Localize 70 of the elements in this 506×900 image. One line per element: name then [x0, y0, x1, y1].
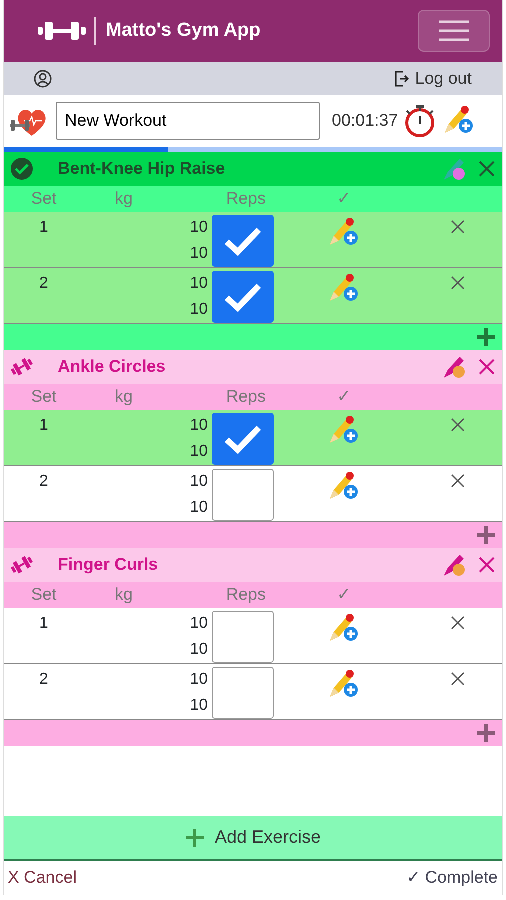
plus-icon [184, 828, 205, 848]
set-done-checkbox[interactable] [212, 271, 274, 323]
column-header: Set [30, 386, 58, 408]
close-icon[interactable] [451, 418, 465, 432]
close-icon[interactable] [451, 276, 465, 290]
plus-icon[interactable] [476, 723, 496, 743]
add-exercise-button[interactable]: Add Exercise [4, 816, 502, 861]
column-header: ✓ [336, 188, 352, 210]
logout-link[interactable]: Log out [395, 66, 472, 92]
user-icon [34, 70, 52, 88]
checkmark-icon [223, 423, 263, 455]
column-header: Reps [225, 188, 267, 210]
reps-value: 10 [190, 670, 208, 690]
reps-value: 10 [190, 274, 208, 294]
check-circle-icon [10, 157, 34, 181]
logout-icon [395, 70, 410, 86]
set-done-checkbox[interactable] [212, 611, 274, 663]
set-done-checkbox[interactable] [212, 667, 274, 719]
reps-value: 10 [190, 696, 208, 716]
reps-value: 10 [190, 300, 208, 320]
set-done-checkbox[interactable] [212, 469, 274, 521]
menu-button[interactable] [418, 10, 490, 52]
reps-value: 10 [190, 218, 208, 238]
set-number: 2 [38, 670, 50, 690]
column-header: ✓ [336, 584, 352, 606]
close-icon[interactable] [451, 616, 465, 630]
reps-value: 10 [190, 442, 208, 462]
close-icon[interactable] [451, 220, 465, 234]
close-icon[interactable] [451, 672, 465, 686]
column-header: ✓ [336, 386, 352, 408]
reps-value: 10 [190, 498, 208, 518]
cancel-link[interactable]: X Cancel [8, 865, 77, 891]
checkmark-icon [223, 225, 263, 257]
column-header: kg [114, 584, 134, 606]
reps-value: 10 [190, 472, 208, 492]
exercise-name: Finger Curls [57, 554, 160, 576]
close-icon[interactable] [478, 556, 496, 574]
menu-icon [439, 20, 469, 42]
edit-icon[interactable] [442, 552, 468, 578]
complete-link[interactable]: ✓ Complete [406, 865, 498, 891]
set-number: 1 [38, 614, 50, 634]
workout-timer: 00:01:37 [332, 110, 398, 132]
column-header: kg [114, 188, 134, 210]
reps-value: 10 [190, 416, 208, 436]
plus-icon[interactable] [476, 525, 496, 545]
plus-icon[interactable] [476, 327, 496, 347]
column-header: Set [30, 584, 58, 606]
reps-value: 10 [190, 640, 208, 660]
close-icon[interactable] [451, 474, 465, 488]
column-header: Reps [225, 386, 267, 408]
exercise-name: Bent-Knee Hip Raise [57, 158, 226, 180]
reps-value: 10 [190, 244, 208, 264]
checkmark-icon [223, 281, 263, 313]
close-icon[interactable] [478, 160, 496, 178]
app-title: Matto's Gym App [94, 16, 261, 46]
exercise-name: Ankle Circles [57, 356, 167, 378]
set-number: 2 [38, 274, 50, 294]
set-number: 2 [38, 472, 50, 492]
close-icon[interactable] [478, 358, 496, 376]
set-done-checkbox[interactable] [212, 413, 274, 465]
edit-icon[interactable] [442, 354, 468, 380]
workout-name-field[interactable]: New Workout [56, 102, 320, 140]
set-number: 1 [38, 218, 50, 238]
set-number: 1 [38, 416, 50, 436]
set-done-checkbox[interactable] [212, 215, 274, 267]
reps-value: 10 [190, 614, 208, 634]
dumbbell-logo-icon [38, 20, 86, 42]
column-header: Set [30, 188, 58, 210]
column-header: kg [114, 386, 134, 408]
column-header: Reps [225, 584, 267, 606]
